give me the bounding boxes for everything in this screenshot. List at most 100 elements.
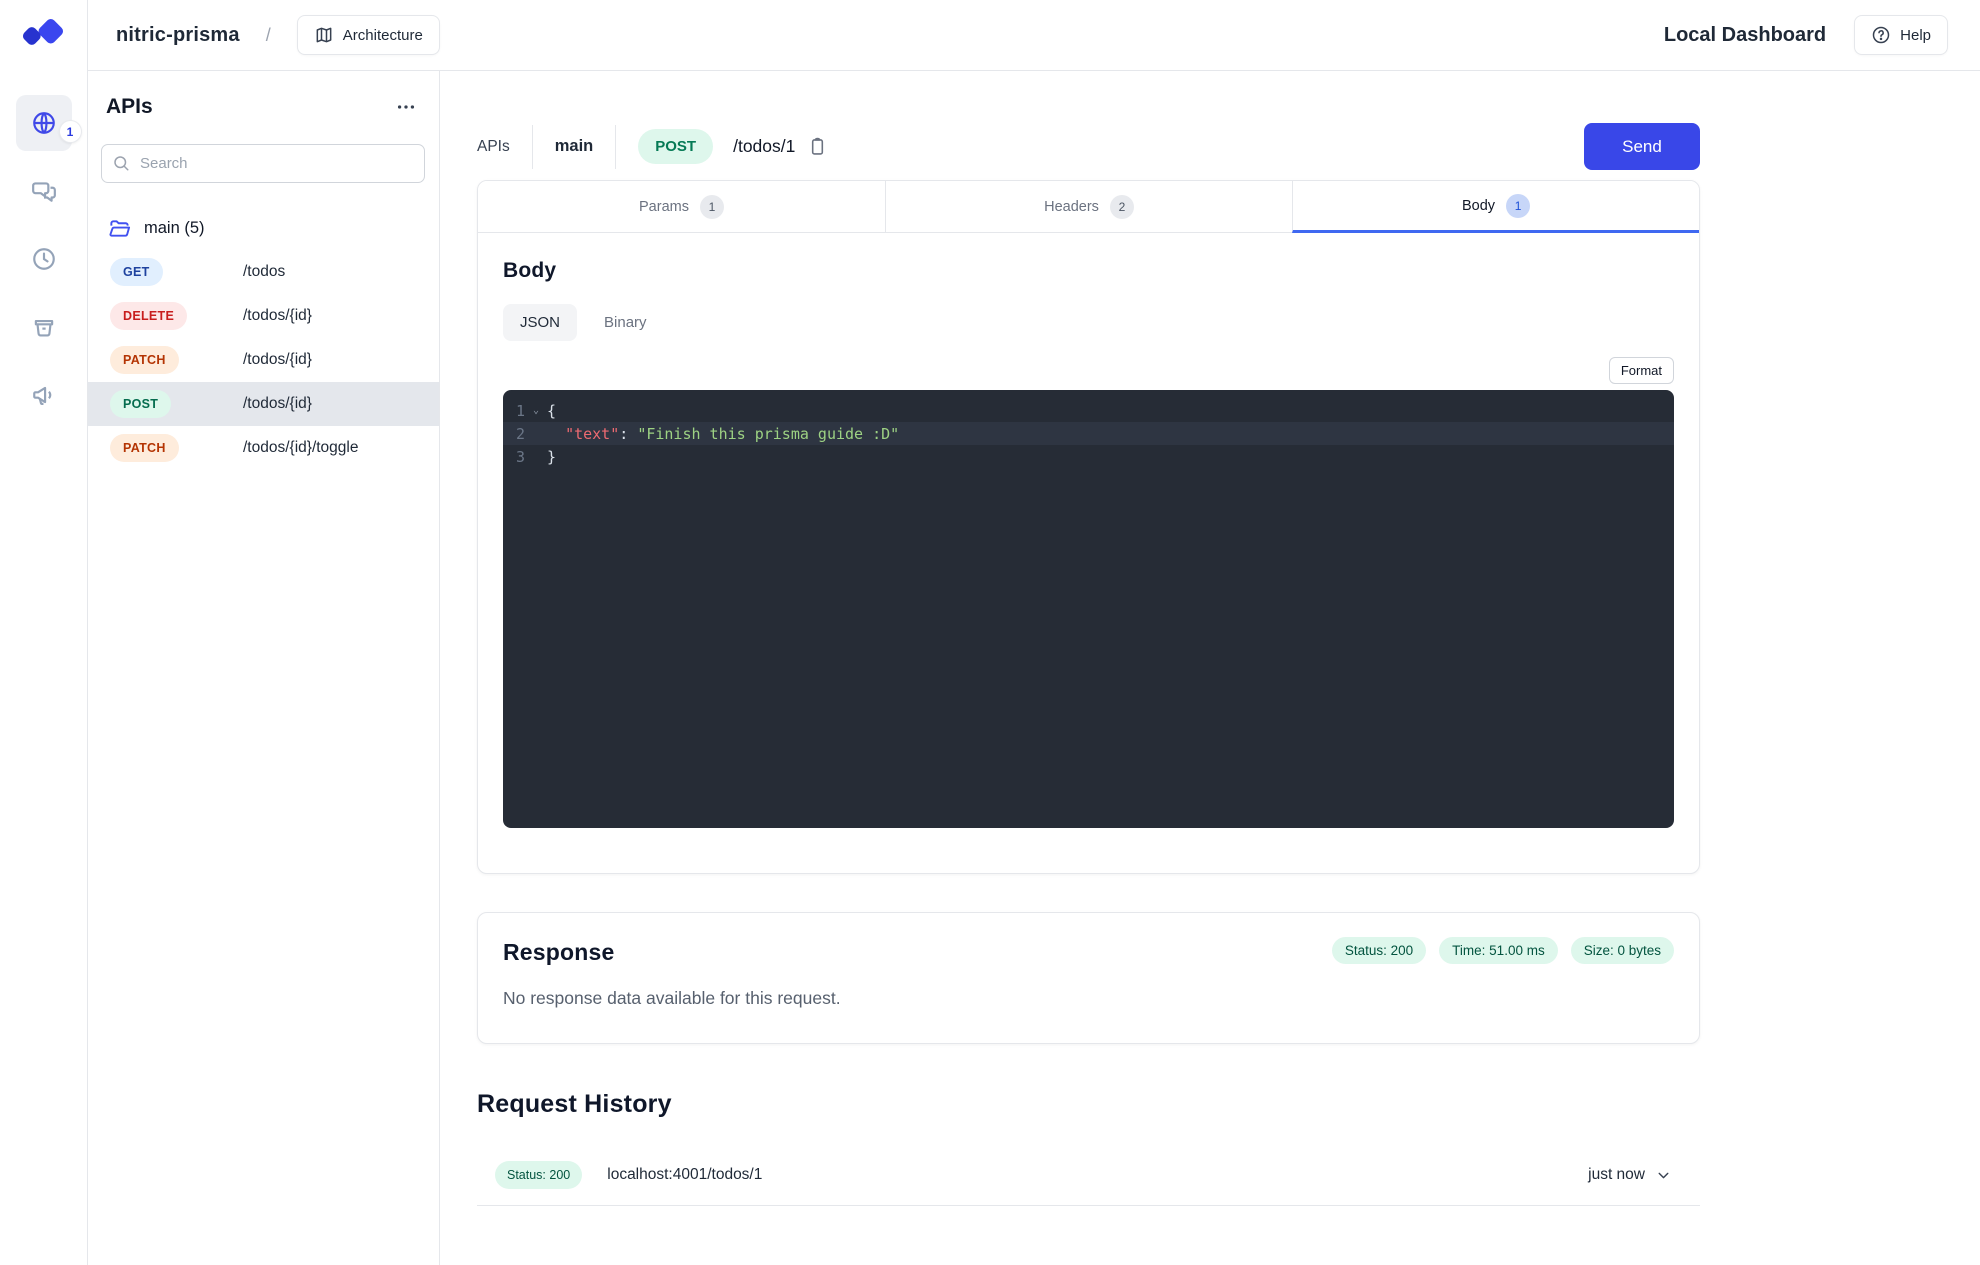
response-card: Response Status: 200 Time: 51.00 ms Size… xyxy=(477,912,1700,1044)
code-token: { xyxy=(547,401,557,420)
tab-label: Body xyxy=(1461,197,1496,214)
editor-line-active: 2 "text": "Finish this prisma guide :D" xyxy=(503,422,1674,445)
tab-count-badge: 2 xyxy=(1109,194,1134,219)
apis-count-badge: 1 xyxy=(59,121,81,142)
history-row[interactable]: Status: 200 localhost:4001/todos/1 just … xyxy=(477,1161,1700,1206)
fold-arrow-icon[interactable]: ⌄ xyxy=(525,405,547,416)
breadcrumb-api-name: main xyxy=(554,137,594,155)
send-button[interactable]: Send xyxy=(1584,123,1700,170)
breadcrumb-apis: APIs xyxy=(477,137,510,155)
dashboard-title: Local Dashboard xyxy=(1663,23,1827,46)
code-token-key: "text" xyxy=(565,424,620,443)
app-root: 1 nitric-prisma / Architecture Local Das… xyxy=(0,0,1980,1265)
apis-sidebar: APIs Search main (5) GET /todos DELETE /… xyxy=(88,71,440,1265)
breadcrumb-separator: / xyxy=(265,24,271,45)
endpoint-patch-todo[interactable]: PATCH /todos/{id} xyxy=(88,338,439,382)
editor-line: 3 } xyxy=(503,445,1674,468)
api-group-main[interactable]: main (5) xyxy=(108,217,439,240)
request-card: Params 1 Headers 2 Body 1 Body JSON Bina… xyxy=(477,180,1700,874)
api-group-label: main (5) xyxy=(144,219,205,237)
chat-bubbles-icon xyxy=(31,182,56,202)
response-size-badge: Size: 0 bytes xyxy=(1570,937,1674,964)
rail-item-storage[interactable] xyxy=(16,299,72,355)
method-badge: POST xyxy=(110,390,172,418)
content-shell: APIs Search main (5) GET /todos DELETE /… xyxy=(88,71,1980,1265)
search-icon xyxy=(114,156,129,171)
nitric-logo[interactable] xyxy=(0,0,88,71)
ellipsis-icon xyxy=(397,105,415,109)
response-time-badge: Time: 51.00 ms xyxy=(1439,937,1558,964)
method-badge: PATCH xyxy=(110,346,179,374)
body-heading: Body xyxy=(503,259,557,282)
endpoint-path: /todos xyxy=(243,263,286,280)
line-number: 3 xyxy=(516,447,526,466)
clipboard-icon xyxy=(812,137,824,155)
architecture-label: Architecture xyxy=(342,26,423,44)
breadcrumb-path: /todos/1 xyxy=(733,136,796,156)
code-token: } xyxy=(547,447,557,466)
request-tabs: Params 1 Headers 2 Body 1 xyxy=(478,181,1699,233)
chevron-down-icon xyxy=(1658,1172,1669,1178)
json-mode-button[interactable]: JSON xyxy=(503,304,578,341)
method-badge: GET xyxy=(110,258,163,286)
endpoint-path: /todos/{id} xyxy=(243,307,312,324)
globe-icon xyxy=(32,112,55,134)
breadcrumb-method-badge: POST xyxy=(638,129,714,164)
request-history-heading: Request History xyxy=(477,1090,672,1118)
history-status-badge: Status: 200 xyxy=(495,1161,583,1189)
bucket-icon xyxy=(34,319,53,337)
editor-line: 1 ⌄ { xyxy=(503,399,1674,422)
code-token-string: "Finish this prisma guide :D" xyxy=(637,424,900,443)
nitric-logo-icon xyxy=(22,18,63,45)
help-icon xyxy=(1872,26,1890,44)
endpoint-path: /todos/{id} xyxy=(243,395,312,412)
search-input[interactable] xyxy=(101,144,425,183)
line-number: 1 xyxy=(516,401,526,420)
icon-rail: 1 xyxy=(0,0,88,1265)
line-number: 2 xyxy=(516,424,526,443)
history-time-toggle[interactable]: just now xyxy=(1588,1166,1672,1184)
tab-label: Headers xyxy=(1044,198,1099,215)
help-label: Help xyxy=(1900,26,1931,44)
folder-open-icon xyxy=(109,220,131,237)
sidebar-menu-button[interactable] xyxy=(395,96,417,118)
tab-headers[interactable]: Headers 2 xyxy=(885,181,1292,233)
endpoint-delete-todo[interactable]: DELETE /todos/{id} xyxy=(88,294,439,338)
sidebar-title: APIs xyxy=(106,95,153,118)
json-body-editor[interactable]: 1 ⌄ { 2 "text": "Finish this prisma guid… xyxy=(503,390,1674,828)
endpoint-path: /todos/{id}/toggle xyxy=(243,439,359,456)
code-token: : xyxy=(619,424,638,443)
help-button[interactable]: Help xyxy=(1854,15,1948,55)
format-button[interactable]: Format xyxy=(1608,357,1674,384)
response-empty-message: No response data available for this requ… xyxy=(503,988,841,1008)
method-badge: PATCH xyxy=(110,434,179,462)
binary-mode-button[interactable]: Binary xyxy=(604,314,647,331)
endpoint-get-todos[interactable]: GET /todos xyxy=(88,250,439,294)
megaphone-icon xyxy=(32,386,51,405)
clock-icon xyxy=(32,248,55,270)
endpoint-post-todo[interactable]: POST /todos/{id} xyxy=(88,382,439,426)
history-url: localhost:4001/todos/1 xyxy=(607,1166,763,1183)
tab-label: Params xyxy=(639,198,689,215)
right-column: nitric-prisma / Architecture Local Dashb… xyxy=(88,0,1980,1265)
endpoint-path: /todos/{id} xyxy=(243,351,312,368)
method-badge: DELETE xyxy=(110,302,188,330)
request-breadcrumb-bar: APIs main POST /todos/1 Send xyxy=(477,123,1700,170)
tab-params[interactable]: Params 1 xyxy=(478,181,885,233)
body-panel: Body JSON Binary Format 1 ⌄ {2 "text": … xyxy=(478,233,1699,873)
map-icon xyxy=(316,27,332,43)
tab-count-badge: 1 xyxy=(699,194,724,219)
rail-item-apis[interactable]: 1 xyxy=(15,95,81,151)
project-title: nitric-prisma xyxy=(116,23,240,46)
main-panel: APIs main POST /todos/1 Send Params 1 He… xyxy=(440,71,1980,1265)
tab-body[interactable]: Body 1 xyxy=(1292,181,1699,233)
endpoint-patch-toggle[interactable]: PATCH /todos/{id}/toggle xyxy=(88,426,439,470)
response-status-badge: Status: 200 xyxy=(1331,937,1427,964)
copy-path-button[interactable] xyxy=(807,136,828,157)
rail-item-schedules[interactable] xyxy=(16,231,72,287)
rail-item-websockets[interactable] xyxy=(16,163,72,219)
architecture-button[interactable]: Architecture xyxy=(296,15,440,55)
tab-count-badge: 1 xyxy=(1506,193,1531,218)
rail-item-topics[interactable] xyxy=(16,367,72,423)
